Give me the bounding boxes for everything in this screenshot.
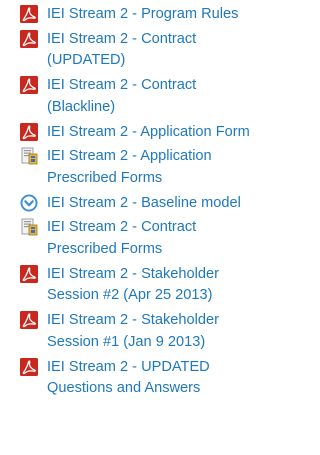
pdf-icon [20, 264, 38, 283]
document-link[interactable]: IEI Stream 2 - Stakeholder Session #2 (A… [47, 266, 219, 304]
document-link[interactable]: IEI Stream 2 - Contract Prescribed Forms [47, 219, 196, 257]
document-link[interactable]: IEI Stream 2 - UPDATED Questions and Ans… [47, 359, 210, 397]
document-link[interactable]: IEI Stream 2 - Application Prescribed Fo… [47, 148, 212, 186]
document-list: IEI Stream 2 - Program Rules IEI Stream … [0, 0, 259, 400]
pdf-icon [20, 122, 38, 141]
pdf-icon [20, 5, 38, 23]
document-item: IEI Stream 2 - Contract Prescribed Forms [0, 217, 259, 260]
document-item: IEI Stream 2 - UPDATED Questions and Ans… [0, 357, 259, 400]
document-link[interactable]: IEI Stream 2 - Application Form [47, 124, 250, 140]
archive-icon [20, 218, 38, 236]
pdf-icon [20, 357, 38, 376]
pdf-icon [20, 76, 38, 95]
pdf-icon [20, 29, 38, 48]
document-item: IEI Stream 2 - Program Rules [0, 4, 259, 26]
document-item: IEI Stream 2 - Application Form [0, 122, 259, 144]
document-item: IEI Stream 2 - Application Prescribed Fo… [0, 146, 259, 189]
archive-icon [20, 147, 38, 165]
document-link[interactable]: IEI Stream 2 - Contract (Blackline) [47, 77, 196, 115]
pdf-icon [20, 311, 38, 330]
document-link[interactable]: IEI Stream 2 - Program Rules [47, 6, 238, 22]
download-icon [20, 194, 38, 212]
document-item: IEI Stream 2 - Stakeholder Session #2 (A… [0, 264, 259, 307]
document-link[interactable]: IEI Stream 2 - Stakeholder Session #1 (J… [47, 312, 219, 350]
document-item: IEI Stream 2 - Stakeholder Session #1 (J… [0, 310, 259, 353]
document-item: IEI Stream 2 - Baseline model [0, 193, 259, 215]
document-item: IEI Stream 2 - Contract (Blackline) [0, 75, 259, 118]
document-item: IEI Stream 2 - Contract (UPDATED) [0, 29, 259, 72]
document-link[interactable]: IEI Stream 2 - Baseline model [47, 195, 241, 211]
document-link[interactable]: IEI Stream 2 - Contract (UPDATED) [47, 31, 196, 69]
